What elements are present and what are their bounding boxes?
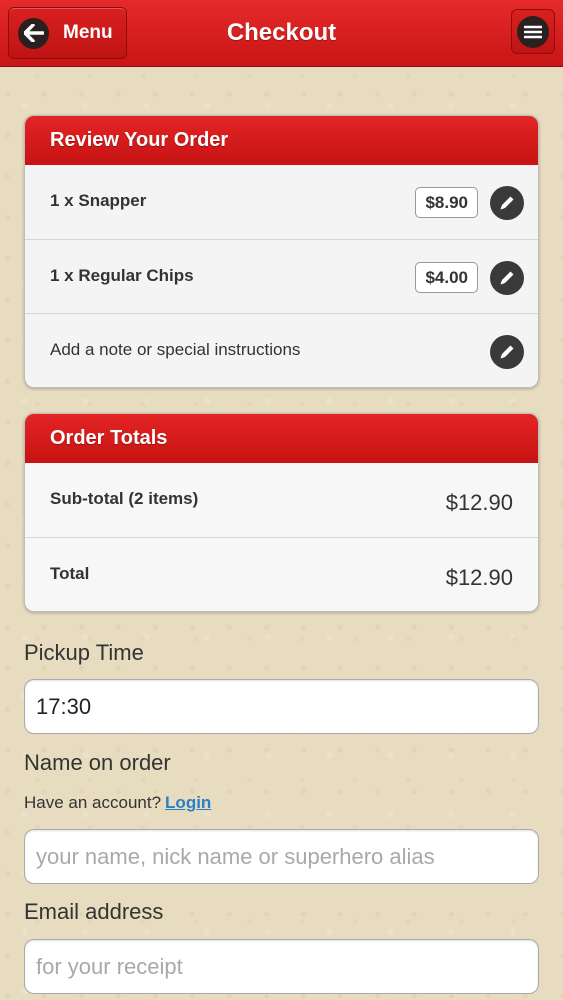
review-order-title: Review Your Order [25,116,538,165]
account-prompt-text: Have an account? [24,793,162,812]
pencil-icon [500,196,514,210]
page-title: Checkout [226,19,337,46]
hamburger-menu-button[interactable] [511,9,555,54]
order-item-label: 1 x Regular Chips [50,266,194,285]
order-item-price: $8.90 [415,187,478,218]
pickup-time-input[interactable] [24,679,539,734]
top-nav-bar: Menu Checkout [0,0,563,67]
edit-item-button[interactable] [490,186,524,220]
email-address-label: Email address [24,899,164,924]
review-order-card: Review Your Order 1 x Snapper $8.90 1 x … [24,115,539,388]
order-item-price: $4.00 [415,262,478,293]
name-input[interactable] [24,829,539,884]
email-input[interactable] [24,939,539,994]
subtotal-value: $12.90 [445,490,513,515]
pencil-icon [500,345,514,359]
name-on-order-label: Name on order [24,750,171,775]
pickup-time-label: Pickup Time [24,640,144,665]
add-note-row[interactable]: Add a note or special instructions [25,313,538,387]
hamburger-icon [517,15,549,48]
edit-item-button[interactable] [490,261,524,295]
account-prompt: Have an account? Login [24,793,211,813]
total-row: Total $12.90 [25,537,538,611]
pencil-icon [500,271,514,285]
order-totals-card: Order Totals Sub-total (2 items) $12.90 … [24,413,539,612]
subtotal-label: Sub-total (2 items) [50,489,199,508]
order-item-row: 1 x Regular Chips $4.00 [25,239,538,313]
order-item-label: 1 x Snapper [50,191,147,210]
total-value: $12.90 [445,565,513,590]
order-item-row: 1 x Snapper $8.90 [25,165,538,239]
add-note-label: Add a note or special instructions [50,340,301,359]
subtotal-row: Sub-total (2 items) $12.90 [25,463,538,537]
edit-note-button[interactable] [490,335,524,369]
login-link[interactable]: Login [165,793,211,812]
order-totals-title: Order Totals [25,414,538,463]
total-label: Total [50,564,90,583]
